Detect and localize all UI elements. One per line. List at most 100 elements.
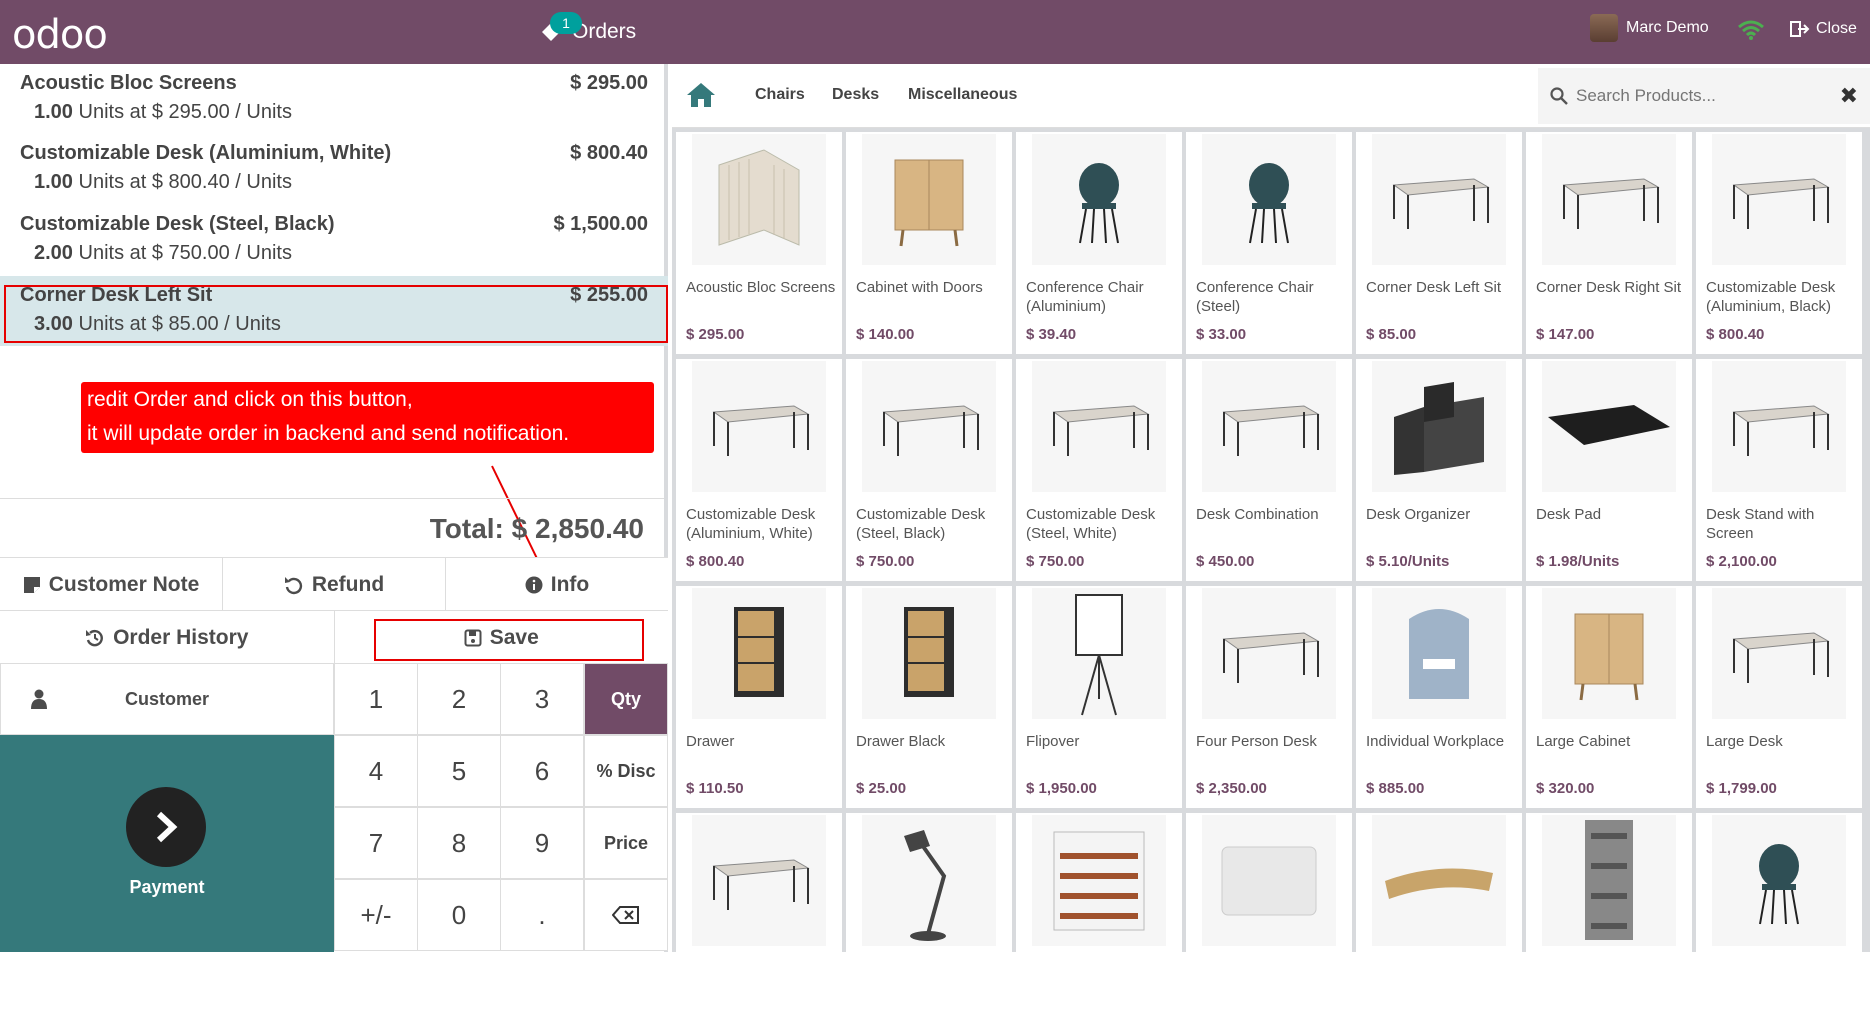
order-line-price: $ 1,500.00	[553, 213, 648, 235]
product-card[interactable]: Desk Stand with Screen $ 2,100.00	[1696, 359, 1862, 581]
annotation-callout: redit Order and click on this button, it…	[81, 382, 654, 453]
product-card[interactable]: Desk Combination $ 450.00	[1186, 359, 1352, 581]
selection-highlight-box	[4, 285, 668, 343]
category-chairs[interactable]: Chairs	[755, 86, 805, 104]
product-price: $ 450.00	[1196, 553, 1255, 570]
product-name: Desk Stand with Screen	[1706, 506, 1815, 542]
product-card[interactable]: Corner Desk Left Sit $ 85.00	[1356, 132, 1522, 354]
search-input[interactable]	[1576, 86, 1826, 106]
product-card[interactable]: Corner Desk Right Sit $ 147.00	[1526, 132, 1692, 354]
product-card[interactable]: Flipover $ 1,950.00	[1016, 586, 1182, 808]
mode-discount-button[interactable]: % Disc	[584, 735, 668, 807]
order-line[interactable]: Acoustic Bloc Screens $ 295.00 1.00 Unit…	[0, 64, 668, 134]
numpad-key-5[interactable]: 5	[417, 735, 501, 807]
clear-search-icon[interactable]: ✖	[1840, 83, 1858, 109]
numpad-key-9[interactable]: 9	[500, 807, 584, 879]
product-card[interactable]: Conference Chair (Aluminium) $ 39.40	[1016, 132, 1182, 354]
product-price: $ 800.40	[686, 553, 745, 570]
numpad-key-4[interactable]: 4	[334, 735, 418, 807]
odoo-logo: odoo	[12, 12, 108, 58]
numpad-key-6[interactable]: 6	[500, 735, 584, 807]
product-card[interactable]: Large Desk $ 1,799.00	[1696, 586, 1862, 808]
customer-button[interactable]: Customer	[0, 663, 334, 735]
order-line[interactable]: Customizable Desk (Aluminium, White) $ 8…	[0, 134, 668, 204]
product-card[interactable]	[1526, 813, 1692, 1035]
product-card[interactable]: Acoustic Bloc Screens $ 295.00	[676, 132, 842, 354]
product-card[interactable]: Four Person Desk $ 2,350.00	[1186, 586, 1352, 808]
product-price: $ 5.10/Units	[1366, 553, 1450, 570]
chair-icon	[1032, 134, 1166, 265]
product-card[interactable]	[1696, 813, 1862, 1035]
home-icon[interactable]	[686, 82, 716, 108]
numpad-key-8[interactable]: 8	[417, 807, 501, 879]
mode-price-button[interactable]: Price	[584, 807, 668, 879]
product-price: $ 39.40	[1026, 326, 1077, 343]
product-name: Customizable Desk (Aluminium, White)	[686, 506, 816, 542]
chevron-right-icon	[126, 787, 206, 867]
numpad-key-7[interactable]: 7	[334, 807, 418, 879]
product-card[interactable]	[1016, 813, 1182, 1035]
product-name: Corner Desk Left Sit	[1366, 279, 1502, 296]
product-price: $ 295.00	[686, 326, 745, 343]
numpad-key-plus-minus[interactable]: +/-	[334, 879, 418, 951]
user-menu[interactable]: Marc Demo	[1590, 14, 1709, 42]
info-button[interactable]: Info	[446, 558, 668, 611]
close-button[interactable]: Close	[1790, 20, 1857, 38]
numpad-key-0[interactable]: 0	[417, 879, 501, 951]
product-name: Drawer Black	[856, 733, 946, 750]
mode-qty-button[interactable]: Qty	[584, 663, 668, 735]
numpad-key-decimal[interactable]: .	[500, 879, 584, 951]
rack-icon	[1542, 815, 1676, 946]
product-card[interactable]: Conference Chair (Steel) $ 33.00	[1186, 132, 1352, 354]
product-card[interactable]: Desk Organizer $ 5.10/Units	[1356, 359, 1522, 581]
close-label: Close	[1816, 20, 1857, 37]
info-icon	[525, 576, 543, 593]
product-price: $ 147.00	[1536, 326, 1595, 343]
order-history-button[interactable]: Order History	[0, 611, 335, 664]
numpad-key-1[interactable]: 1	[334, 663, 418, 735]
order-line[interactable]: Customizable Desk (Steel, Black) $ 1,500…	[0, 205, 668, 275]
product-card[interactable]	[1356, 813, 1522, 1035]
product-price: $ 85.00	[1366, 326, 1417, 343]
product-name: Customizable Desk (Steel, Black)	[856, 506, 986, 542]
product-card[interactable]	[846, 813, 1012, 1035]
refund-label: Refund	[311, 572, 385, 596]
payment-button[interactable]: Payment	[0, 735, 334, 952]
refund-button[interactable]: Refund	[223, 558, 446, 611]
undo-icon	[284, 576, 302, 594]
desk-icon	[1712, 588, 1846, 719]
product-card[interactable]: Large Cabinet $ 320.00	[1526, 586, 1692, 808]
product-card[interactable]: Individual Workplace $ 885.00	[1356, 586, 1522, 808]
order-line-name: Customizable Desk (Aluminium, White)	[20, 142, 392, 164]
orders-count-badge: 1	[550, 12, 582, 34]
product-card[interactable]: Customizable Desk (Aluminium, White) $ 80…	[676, 359, 842, 581]
product-card[interactable]: Desk Pad $ 1.98/Units	[1526, 359, 1692, 581]
product-card[interactable]	[1186, 813, 1352, 1035]
product-price: $ 750.00	[856, 553, 915, 570]
product-card[interactable]: Drawer $ 110.50	[676, 586, 842, 808]
category-miscellaneous[interactable]: Miscellaneous	[908, 86, 1017, 104]
product-name: Drawer	[686, 733, 735, 750]
product-card[interactable]: Cabinet with Doors $ 140.00	[846, 132, 1012, 354]
product-name: Four Person Desk	[1196, 733, 1317, 750]
product-card[interactable]: Customizable Desk (Aluminium, Black) $ 80…	[1696, 132, 1862, 354]
flipover-icon	[1032, 588, 1166, 719]
product-price: $ 25.00	[856, 780, 907, 797]
organizer-icon	[1372, 361, 1506, 492]
desk-icon	[1712, 361, 1846, 492]
customer-note-button[interactable]: Customer Note	[0, 558, 223, 611]
numpad-key-2[interactable]: 2	[417, 663, 501, 735]
backspace-button[interactable]	[584, 879, 668, 951]
order-line-qty: 2.00 Units at $ 750.00 / Units	[34, 242, 292, 264]
drawer-icon	[862, 588, 996, 719]
product-card[interactable]: Drawer Black $ 25.00	[846, 586, 1012, 808]
product-card[interactable]	[676, 813, 842, 1035]
category-desks[interactable]: Desks	[832, 86, 879, 104]
product-card[interactable]: Customizable Desk (Steel, White) $ 750.00	[1016, 359, 1182, 581]
numpad-key-3[interactable]: 3	[500, 663, 584, 735]
product-price: $ 33.00	[1196, 326, 1247, 343]
product-name: Desk Organizer	[1366, 506, 1471, 523]
action-row-1: Customer Note Refund Info	[0, 557, 668, 611]
customer-note-label: Customer Note	[48, 572, 200, 596]
product-card[interactable]: Customizable Desk (Steel, Black) $ 750.00	[846, 359, 1012, 581]
